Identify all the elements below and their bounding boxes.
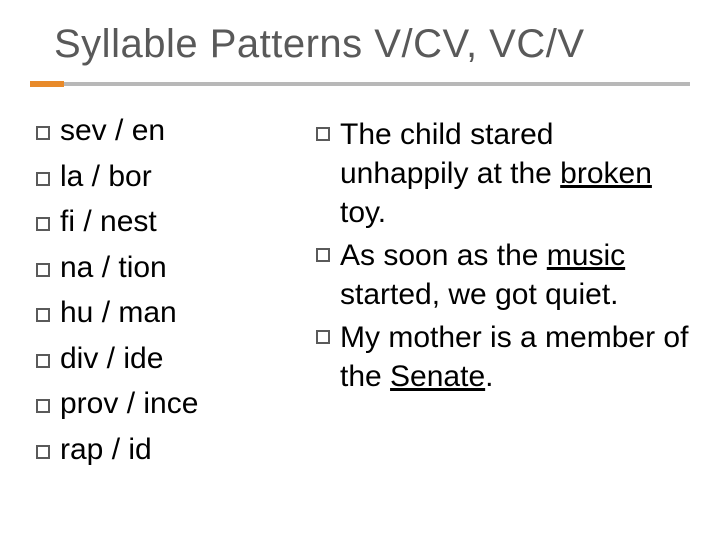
list-item: na / tion (36, 252, 316, 284)
list-item: rap / id (36, 434, 316, 466)
bullet-icon (36, 172, 50, 186)
word-text: na / tion (60, 252, 167, 284)
underlined-word: Senate (390, 360, 485, 393)
list-item: la / bor (36, 161, 316, 193)
bullet-icon (36, 308, 50, 322)
list-item: My mother is a member of the Senate. (316, 318, 690, 396)
word-text: sev / en (60, 115, 165, 147)
list-item: sev / en (36, 115, 316, 147)
underlined-word: broken (560, 157, 652, 190)
bullet-icon (316, 248, 330, 262)
word-text: prov / ince (60, 388, 198, 420)
word-text: la / bor (60, 161, 152, 193)
sentence-post: started, we got quiet. (340, 278, 619, 311)
sentence-text: As soon as the music started, we got qui… (340, 236, 690, 314)
word-text: fi / nest (60, 206, 157, 238)
list-item: hu / man (36, 297, 316, 329)
bullet-icon (36, 354, 50, 368)
bullet-icon (36, 217, 50, 231)
sentence-text: My mother is a member of the Senate. (340, 318, 690, 396)
underlined-word: music (547, 239, 625, 272)
word-list: sev / en la / bor fi / nest na / tion hu… (36, 115, 316, 479)
list-item: As soon as the music started, we got qui… (316, 236, 690, 314)
accent-bar (30, 81, 64, 87)
slide-body: sev / en la / bor fi / nest na / tion hu… (30, 115, 690, 479)
sentence-text: The child stared unhappily at the broken… (340, 115, 690, 232)
sentence-pre: As soon as the (340, 239, 547, 272)
bullet-icon (36, 263, 50, 277)
list-item: prov / ince (36, 388, 316, 420)
divider-bar (64, 82, 690, 86)
word-text: hu / man (60, 297, 177, 329)
sentence-pre: The child stared unhappily at the (340, 118, 560, 190)
slide-title: Syllable Patterns V/CV, VC/V (30, 22, 690, 67)
bullet-icon (316, 127, 330, 141)
bullet-icon (36, 399, 50, 413)
word-text: rap / id (60, 434, 152, 466)
slide: Syllable Patterns V/CV, VC/V sev / en la… (0, 0, 720, 540)
bullet-icon (36, 126, 50, 140)
word-text: div / ide (60, 343, 163, 375)
list-item: div / ide (36, 343, 316, 375)
list-item: The child stared unhappily at the broken… (316, 115, 690, 232)
bullet-icon (316, 330, 330, 344)
list-item: fi / nest (36, 206, 316, 238)
sentence-post: toy. (340, 196, 386, 229)
bullet-icon (36, 445, 50, 459)
sentence-post: . (485, 360, 493, 393)
title-rule (30, 81, 690, 87)
sentence-list: The child stared unhappily at the broken… (316, 115, 690, 479)
